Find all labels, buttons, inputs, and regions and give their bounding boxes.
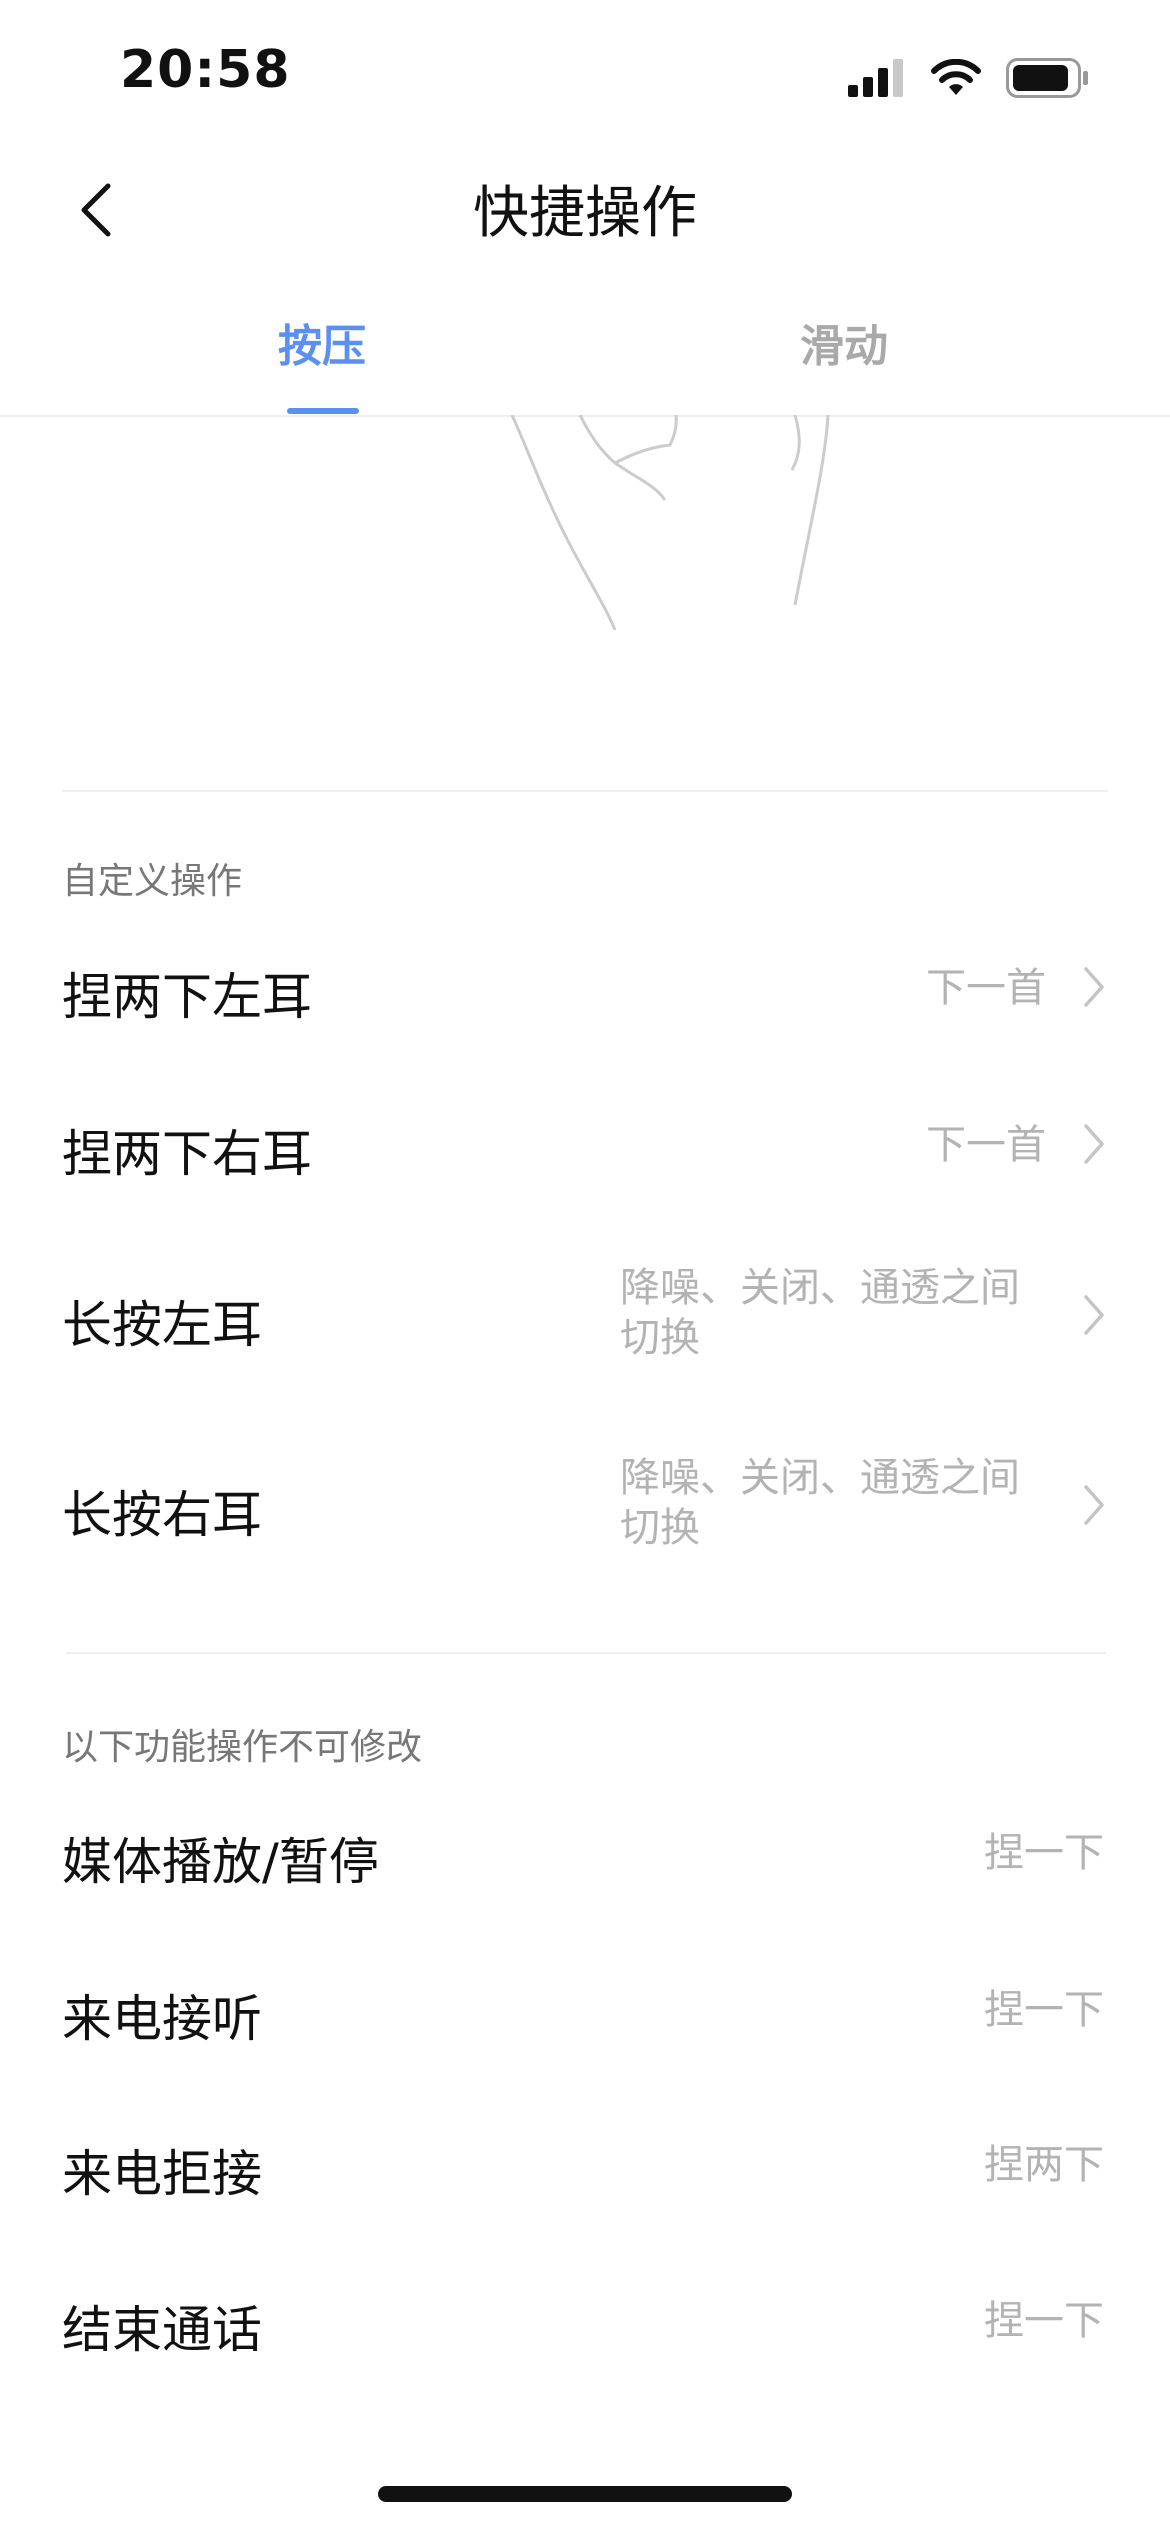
item-value: 捏一下 — [984, 1987, 1104, 2033]
item-label: 捏两下左耳 — [62, 968, 312, 1026]
chevron-right-icon — [1084, 1124, 1104, 1164]
item-value: 降噪、关闭、通透之间切换 — [620, 1265, 1020, 1361]
list-item[interactable]: 捏两下右耳 下一首 — [0, 1102, 1170, 1202]
list-item: 来电接听 捏一下 — [0, 1967, 1170, 2067]
list-item[interactable]: 捏两下左耳 下一首 — [0, 945, 1170, 1045]
status-icons — [848, 56, 1090, 100]
page-title: 快捷操作 — [473, 181, 697, 246]
item-label: 结束通话 — [62, 2301, 262, 2359]
hand-illustration — [510, 415, 830, 631]
nav-header: 快捷操作 — [0, 150, 1170, 260]
list-item: 结束通话 捏一下 — [0, 2278, 1170, 2378]
home-indicator[interactable] — [378, 2486, 792, 2502]
tab-slide[interactable]: 滑动 — [744, 310, 944, 410]
divider — [66, 1652, 1106, 1654]
chevron-right-icon — [1084, 1485, 1104, 1525]
item-value: 捏一下 — [984, 2298, 1104, 2344]
item-value: 下一首 — [926, 1122, 1046, 1168]
item-value: 下一首 — [926, 965, 1046, 1011]
tab-press[interactable]: 按压 — [222, 310, 422, 410]
chevron-right-icon — [1084, 1295, 1104, 1335]
cellular-signal-icon — [848, 59, 903, 97]
item-label: 长按左耳 — [62, 1296, 262, 1354]
item-label: 来电接听 — [62, 1990, 262, 2048]
list-item: 媒体播放/暂停 捏一下 — [0, 1810, 1170, 1910]
divider — [62, 790, 1108, 792]
battery-icon — [1006, 58, 1088, 98]
item-label: 来电拒接 — [62, 2145, 262, 2203]
item-value: 捏一下 — [984, 1830, 1104, 1876]
item-label: 长按右耳 — [62, 1486, 262, 1544]
item-label: 捏两下右耳 — [62, 1125, 312, 1183]
list-item: 来电拒接 捏两下 — [0, 2122, 1170, 2222]
status-bar: 20:58 — [0, 0, 1170, 150]
list-item[interactable]: 长按左耳 降噪、关闭、通透之间切换 — [0, 1255, 1170, 1375]
section-label-fixed: 以下功能操作不可修改 — [62, 1727, 423, 1768]
status-time: 20:58 — [120, 40, 291, 100]
list-item[interactable]: 长按右耳 降噪、关闭、通透之间切换 — [0, 1445, 1170, 1565]
chevron-right-icon — [1084, 967, 1104, 1007]
active-tab-indicator — [287, 408, 359, 414]
wifi-icon — [931, 59, 981, 95]
tab-bar: 按压 滑动 — [0, 300, 1170, 417]
item-label: 媒体播放/暂停 — [62, 1833, 379, 1891]
item-value: 捏两下 — [984, 2142, 1104, 2188]
section-label-custom: 自定义操作 — [62, 861, 243, 902]
item-value: 降噪、关闭、通透之间切换 — [620, 1455, 1020, 1551]
